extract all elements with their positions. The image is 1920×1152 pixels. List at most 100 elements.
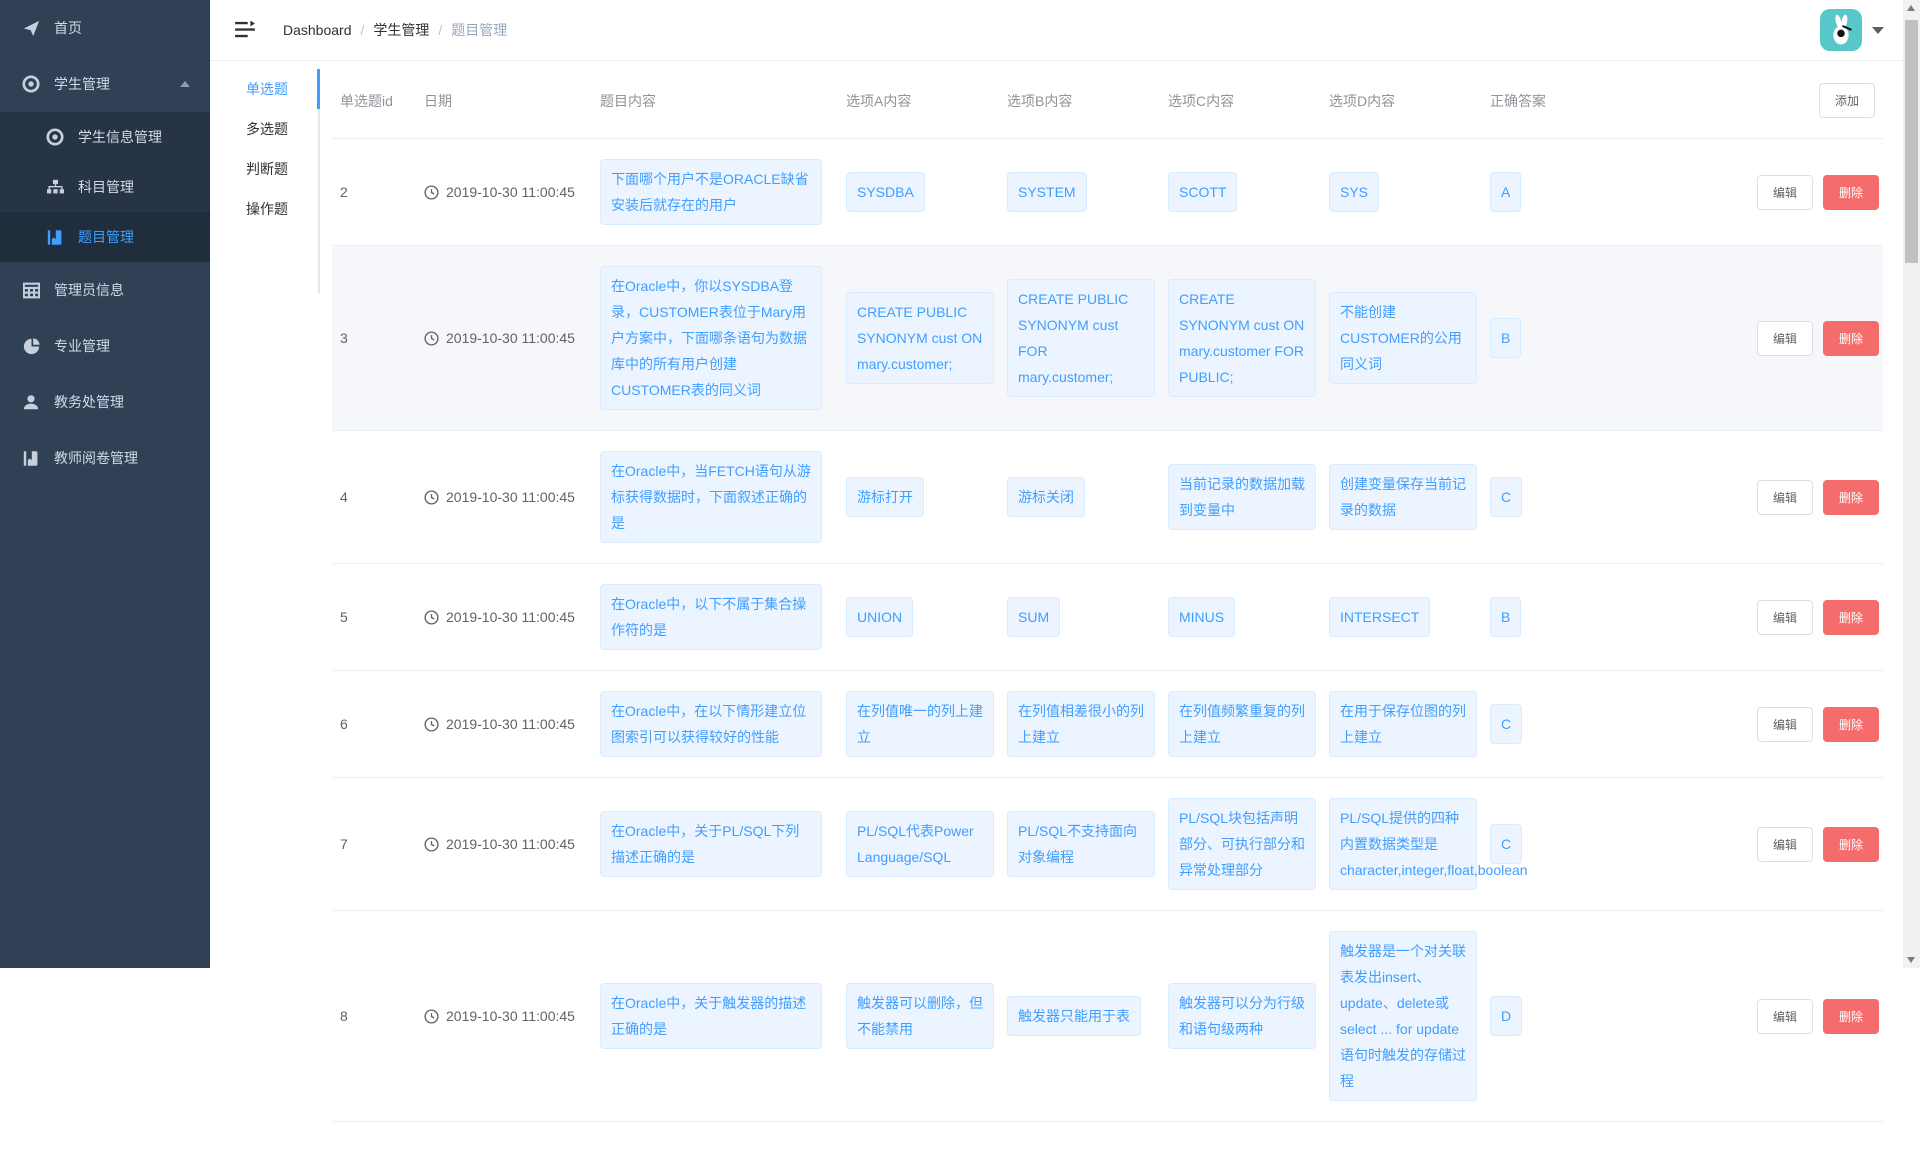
option-a-tag: 在列值唯一的列上建立: [846, 691, 994, 757]
sidebar-item-label: 题目管理: [78, 227, 134, 247]
sidebar-item-subject-mgmt[interactable]: 科目管理: [0, 162, 210, 212]
sidebar-item-label: 教师阅卷管理: [54, 448, 138, 468]
sitemap-icon: [46, 178, 64, 196]
breadcrumb-student-mgmt[interactable]: 学生管理: [373, 20, 429, 40]
sidebar-submenu-student: 学生信息管理 科目管理 题目管理: [0, 112, 210, 262]
option-d-tag: PL/SQL提供的四种内置数据类型是character,integer,floa…: [1329, 798, 1477, 890]
question-id: 6: [332, 716, 424, 732]
table-header-row: 单选题id 日期 题目内容 选项A内容 选项B内容 选项C内容 选项D内容 正确…: [332, 61, 1883, 138]
question-date-cell: 2019-10-30 11:00:45: [424, 609, 600, 625]
edit-button[interactable]: 编辑: [1757, 600, 1813, 635]
table-row: 3 2019-10-30 11:00:45 在Oracle中，你以SYSDBA登…: [332, 245, 1883, 430]
add-button[interactable]: 添加: [1819, 83, 1875, 118]
breadcrumb-current: 题目管理: [451, 20, 507, 40]
avatar-dropdown-caret[interactable]: [1872, 27, 1884, 34]
question-id: 3: [332, 330, 424, 346]
sidebar-item-student-info[interactable]: 学生信息管理: [0, 112, 210, 162]
question-id: 7: [332, 836, 424, 852]
sidebar-item-label: 教务处管理: [54, 392, 124, 412]
option-d-tag: 创建变量保存当前记录的数据: [1329, 464, 1477, 530]
sidebar-item-label: 学生管理: [54, 74, 110, 94]
question-date-cell: 2019-10-30 11:00:45: [424, 489, 600, 505]
column-header-date: 日期: [424, 91, 600, 111]
user-avatar[interactable]: [1820, 9, 1862, 51]
clock-icon: [424, 490, 439, 505]
breadcrumb-dashboard[interactable]: Dashboard: [283, 22, 352, 38]
question-date: 2019-10-30 11:00:45: [446, 1008, 575, 1024]
option-c-tag: PL/SQL块包括声明部分、可执行部分和异常处理部分: [1168, 798, 1316, 890]
question-content-tag: 下面哪个用户不是ORACLE缺省安装后就存在的用户: [600, 159, 822, 225]
option-d-tag: SYS: [1329, 172, 1379, 212]
delete-button[interactable]: 删除: [1823, 600, 1879, 635]
book-icon: [46, 228, 64, 246]
breadcrumb-separator: /: [361, 22, 365, 38]
question-date: 2019-10-30 11:00:45: [446, 716, 575, 732]
option-c-tag: CREATE SYNONYM cust ON mary.customer FOR…: [1168, 279, 1316, 397]
column-header-question: 题目内容: [600, 91, 846, 111]
delete-button[interactable]: 删除: [1823, 175, 1879, 210]
delete-button[interactable]: 删除: [1823, 321, 1879, 356]
sidebar-item-major-mgmt[interactable]: 专业管理: [0, 318, 210, 374]
option-b-tag: PL/SQL不支持面向对象编程: [1007, 811, 1155, 877]
sidebar-item-home[interactable]: 首页: [0, 0, 210, 56]
correct-answer-tag: B: [1490, 318, 1521, 358]
tab-true-false[interactable]: 判断题: [210, 149, 320, 189]
scrollbar-thumb[interactable]: [1905, 20, 1918, 263]
question-date: 2019-10-30 11:00:45: [446, 184, 575, 200]
question-table: 单选题id 日期 题目内容 选项A内容 选项B内容 选项C内容 选项D内容 正确…: [320, 61, 1903, 968]
option-c-tag: 在列值频繁重复的列上建立: [1168, 691, 1316, 757]
option-c-tag: MINUS: [1168, 597, 1235, 637]
clock-icon: [424, 717, 439, 732]
option-b-tag: SYSTEM: [1007, 172, 1087, 212]
tab-multi-choice[interactable]: 多选题: [210, 109, 320, 149]
edit-button[interactable]: 编辑: [1757, 827, 1813, 862]
question-date: 2019-10-30 11:00:45: [446, 489, 575, 505]
tab-active-bar: [317, 69, 320, 109]
delete-button[interactable]: 删除: [1823, 999, 1879, 1034]
top-header: Dashboard / 学生管理 / 题目管理: [210, 0, 1920, 61]
scrollbar-down-arrow-icon[interactable]: [1907, 957, 1915, 963]
option-b-tag: CREATE PUBLIC SYNONYM cust FOR mary.cust…: [1007, 279, 1155, 397]
question-date-cell: 2019-10-30 11:00:45: [424, 716, 600, 732]
breadcrumb: Dashboard / 学生管理 / 题目管理: [283, 20, 507, 40]
question-content-tag: 在Oracle中，在以下情形建立位图索引可以获得较好的性能: [600, 691, 822, 757]
edit-button[interactable]: 编辑: [1757, 999, 1813, 1034]
sidebar-item-label: 管理员信息: [54, 280, 124, 300]
tab-operation[interactable]: 操作题: [210, 189, 320, 229]
delete-button[interactable]: 删除: [1823, 827, 1879, 862]
edit-button[interactable]: 编辑: [1757, 480, 1813, 515]
option-a-tag: PL/SQL代表Power Language/SQL: [846, 811, 994, 877]
clock-icon: [424, 837, 439, 852]
edit-button[interactable]: 编辑: [1757, 175, 1813, 210]
question-content-tag: 在Oracle中，关于触发器的描述正确的是: [600, 983, 822, 1049]
question-date-cell: 2019-10-30 11:00:45: [424, 184, 600, 200]
delete-button[interactable]: 删除: [1823, 480, 1879, 515]
column-header-option-d: 选项D内容: [1329, 91, 1490, 111]
sidebar-item-question-mgmt[interactable]: 题目管理: [0, 212, 210, 262]
edit-button[interactable]: 编辑: [1757, 707, 1813, 742]
clock-icon: [424, 610, 439, 625]
edit-button[interactable]: 编辑: [1757, 321, 1813, 356]
option-d-tag: 触发器是一个对关联表发出insert、update、delete或select …: [1329, 931, 1477, 1101]
sidebar-item-admin-info[interactable]: 管理员信息: [0, 262, 210, 318]
hamburger-icon[interactable]: [235, 21, 255, 39]
sidebar-item-grading-mgmt[interactable]: 教师阅卷管理: [0, 430, 210, 486]
option-a-tag: CREATE PUBLIC SYNONYM cust ON mary.custo…: [846, 292, 994, 384]
option-c-tag: 当前记录的数据加载到变量中: [1168, 464, 1316, 530]
vertical-scrollbar[interactable]: [1903, 0, 1920, 968]
main-content: 单选题 多选题 判断题 操作题 单选题id 日期 题目内容 选项A内容 选项B内…: [210, 61, 1903, 968]
delete-button[interactable]: 删除: [1823, 707, 1879, 742]
scrollbar-up-arrow-icon[interactable]: [1907, 5, 1915, 11]
sidebar-item-student-mgmt[interactable]: 学生管理: [0, 56, 210, 112]
sidebar-item-label: 首页: [54, 18, 82, 38]
table-row: 5 2019-10-30 11:00:45 在Oracle中，以下不属于集合操作…: [332, 563, 1883, 670]
tab-single-choice[interactable]: 单选题: [210, 69, 320, 109]
question-id: 5: [332, 609, 424, 625]
option-d-tag: 不能创建CUSTOMER的公用同义词: [1329, 292, 1477, 384]
question-id: 8: [332, 1008, 424, 1024]
correct-answer-tag: C: [1490, 704, 1522, 744]
column-header-option-b: 选项B内容: [1007, 91, 1168, 111]
sidebar-item-academic-office[interactable]: 教务处管理: [0, 374, 210, 430]
option-a-tag: UNION: [846, 597, 913, 637]
user-icon: [22, 393, 40, 411]
